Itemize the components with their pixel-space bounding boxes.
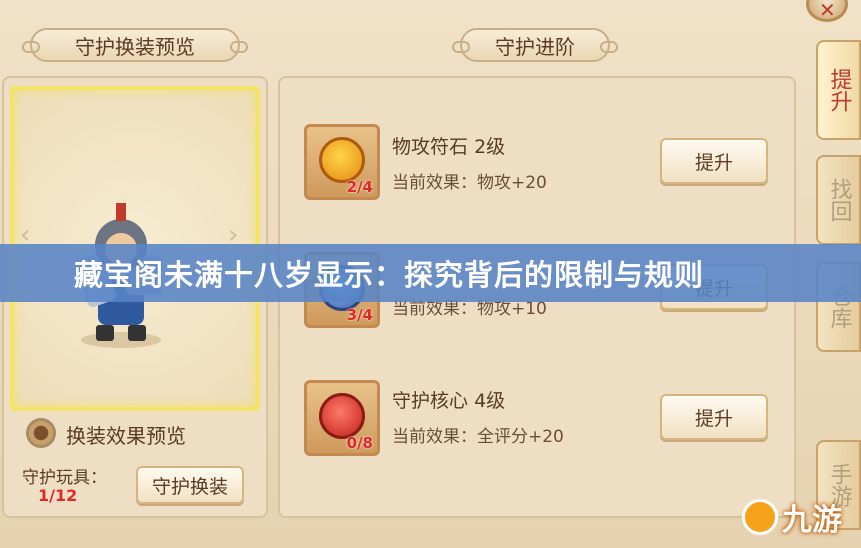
headline-banner: 藏宝阁未满十八岁显示：探究背后的限制与规则: [0, 244, 861, 302]
effect-value: 物攻+10: [477, 299, 547, 319]
mascot-icon: [742, 499, 778, 535]
orange-shield-gem-icon: [319, 137, 365, 183]
upgrade-button[interactable]: 提升: [660, 394, 768, 440]
left-panel-title: 守护换装预览: [22, 28, 248, 62]
close-icon: ✕: [819, 0, 836, 22]
upgrade-button[interactable]: 提升: [660, 138, 768, 184]
item-icon-guard-core[interactable]: 0/8: [304, 380, 380, 456]
effect-prefix: 当前效果：: [392, 427, 477, 447]
effect-value: 全评分+20: [477, 427, 564, 447]
effect-prefix: 当前效果：: [392, 173, 477, 193]
item-icon-attack-rune[interactable]: 2/4: [304, 124, 380, 200]
red-core-gem-icon: [319, 393, 365, 439]
swap-outfit-button[interactable]: 守护换装: [136, 466, 244, 504]
watermark-text: 九游: [782, 503, 842, 538]
item-title: 守护核心 4级: [392, 386, 505, 413]
left-panel-title-text: 守护换装预览: [75, 34, 195, 59]
toy-count: 1/12: [38, 486, 78, 505]
item-count: 0/8: [346, 434, 373, 452]
item-level: 4级: [474, 390, 506, 412]
item-effect: 当前效果：物攻+20: [392, 168, 547, 193]
item-effect: 当前效果：全评分+20: [392, 422, 564, 447]
item-title: 物攻符石 2级: [392, 132, 505, 159]
right-panel-title: 守护进阶: [452, 28, 618, 62]
watermark-logo: 九游: [742, 492, 861, 542]
item-name: 物攻符石: [392, 136, 469, 158]
headline-text: 藏宝阁未满十八岁显示：探究背后的限制与规则: [74, 258, 705, 292]
item-level: 2级: [474, 136, 506, 158]
item-name: 守护核心: [392, 390, 469, 412]
tab-upgrade[interactable]: 提升: [816, 40, 861, 140]
tab-recover[interactable]: 找回: [816, 155, 861, 245]
item-count: 3/4: [346, 306, 373, 324]
item-count: 2/4: [346, 178, 373, 196]
effect-prefix: 当前效果：: [392, 299, 477, 319]
right-panel-title-text: 守护进阶: [495, 34, 575, 59]
toy-label: 守护玩具：: [22, 468, 107, 488]
effect-value: 物攻+20: [477, 173, 547, 193]
preview-toggle-radio[interactable]: [26, 418, 56, 448]
preview-toggle-label: 换装效果预览: [66, 424, 186, 448]
